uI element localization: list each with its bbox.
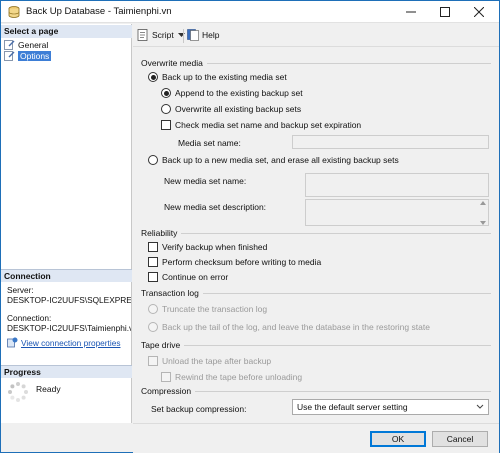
server-value: DESKTOP-IC2UUFS\SQLEXPRE	[7, 295, 131, 305]
help-icon	[187, 29, 199, 41]
transaction-log-group: Transaction log	[141, 288, 491, 298]
server-label: Server:	[7, 285, 34, 295]
new-media-set-radio[interactable]: Back up to a new media set, and erase al…	[148, 155, 399, 165]
progress-header: Progress	[1, 365, 132, 378]
maximize-button[interactable]	[429, 1, 461, 23]
new-media-set-description-label: New media set description:	[164, 202, 267, 212]
new-media-set-name-label: New media set name:	[164, 176, 247, 186]
select-page-header: Select a page	[1, 25, 132, 38]
script-button[interactable]: Script	[137, 29, 185, 41]
rewind-tape-checkbox[interactable]: Rewind the tape before unloading	[161, 372, 302, 382]
view-connection-properties[interactable]: View connection properties	[7, 337, 120, 348]
progress-status: Ready	[36, 384, 61, 394]
backup-tail-radio[interactable]: Back up the tail of the log, and leave t…	[148, 322, 430, 332]
chevron-down-icon	[476, 404, 484, 409]
overwrite-media-group: Overwrite media	[141, 58, 491, 68]
check-media-set-label: Check media set name and backup set expi…	[175, 120, 362, 130]
media-set-name-label: Media set name:	[178, 138, 241, 148]
overwrite-backup-sets-label: Overwrite all existing backup sets	[175, 104, 302, 114]
script-icon	[137, 29, 148, 41]
checkbox-disabled	[148, 356, 158, 366]
reliability-header: Reliability	[141, 228, 178, 238]
maximize-icon	[440, 7, 450, 17]
unload-tape-checkbox[interactable]: Unload the tape after backup	[148, 356, 271, 366]
radio-disabled	[148, 322, 158, 332]
compression-group: Compression	[141, 386, 491, 396]
connection-label: Connection:	[7, 313, 52, 323]
minimize-icon	[406, 11, 416, 13]
page-wrench-icon	[4, 50, 15, 61]
radio-disabled	[148, 304, 158, 314]
connection-properties-icon	[7, 337, 18, 348]
database-backup-app-icon	[8, 6, 20, 18]
connection-value: DESKTOP-IC2UUFS\Taimienphi.v	[7, 323, 131, 333]
unload-tape-label: Unload the tape after backup	[162, 356, 272, 366]
tape-drive-group: Tape drive	[141, 340, 491, 350]
page-item-options[interactable]: Options	[4, 50, 52, 61]
script-label: Script	[152, 30, 174, 40]
truncate-log-label: Truncate the transaction log	[162, 304, 268, 314]
tape-drive-header: Tape drive	[141, 340, 181, 350]
close-button[interactable]	[463, 1, 495, 23]
truncate-log-radio[interactable]: Truncate the transaction log	[148, 304, 267, 314]
compression-header: Compression	[141, 386, 192, 396]
media-set-name-input[interactable]	[292, 135, 489, 149]
window-title: Back Up Database - Taimienphi.vn	[26, 6, 172, 17]
checkbox-unchecked	[148, 272, 158, 282]
help-label: Help	[202, 30, 220, 40]
left-pane: Select a page General Options Connection…	[1, 24, 132, 423]
toolbar: Script Help	[133, 25, 499, 47]
page-item-general[interactable]: General	[4, 39, 48, 50]
overwrite-backup-sets-radio[interactable]: Overwrite all existing backup sets	[161, 104, 301, 114]
backup-compression-select[interactable]: Use the default server setting	[292, 399, 489, 415]
perform-checksum-checkbox[interactable]: Perform checksum before writing to media	[148, 257, 321, 267]
append-backup-set-radio[interactable]: Append to the existing backup set	[161, 88, 303, 98]
append-backup-set-label: Append to the existing backup set	[175, 88, 303, 98]
connection-header: Connection	[1, 269, 132, 282]
rewind-tape-label: Rewind the tape before unloading	[175, 372, 303, 382]
backup-tail-label: Back up the tail of the log, and leave t…	[162, 322, 430, 332]
radio-unselected	[161, 104, 171, 114]
overwrite-media-header: Overwrite media	[141, 58, 203, 68]
continue-on-error-checkbox[interactable]: Continue on error	[148, 272, 228, 282]
perform-checksum-label: Perform checksum before writing to media	[162, 257, 322, 267]
description-scrollbar[interactable]	[479, 201, 487, 225]
new-media-set-name-input[interactable]	[305, 173, 489, 197]
radio-selected	[161, 88, 171, 98]
check-media-set-checkbox[interactable]: Check media set name and backup set expi…	[161, 120, 361, 130]
page-item-label: General	[18, 39, 49, 50]
close-icon	[474, 7, 484, 17]
cancel-button[interactable]: Cancel	[432, 431, 488, 447]
transaction-log-header: Transaction log	[141, 288, 199, 298]
reliability-group: Reliability	[141, 228, 491, 238]
ok-button[interactable]: OK	[370, 431, 426, 447]
radio-selected	[148, 72, 158, 82]
toolbar-separator	[183, 29, 184, 43]
scroll-up-icon	[480, 201, 486, 205]
scroll-down-icon	[480, 221, 486, 225]
checkbox-unchecked	[148, 257, 158, 267]
checkbox-disabled	[161, 372, 171, 382]
page-item-label: Options	[18, 50, 52, 61]
verify-backup-checkbox[interactable]: Verify backup when finished	[148, 242, 267, 252]
progress-spinner-icon	[8, 382, 28, 402]
backup-compression-value: Use the default server setting	[297, 402, 408, 412]
new-media-set-description-input[interactable]	[305, 199, 489, 226]
verify-backup-label: Verify backup when finished	[162, 242, 268, 252]
minimize-button[interactable]	[395, 1, 427, 23]
title-bar: Back Up Database - Taimienphi.vn	[1, 1, 499, 23]
backup-compression-label: Set backup compression:	[151, 404, 247, 414]
continue-on-error-label: Continue on error	[162, 272, 229, 282]
page-wrench-icon	[4, 39, 15, 50]
view-connection-link[interactable]: View connection properties	[21, 338, 120, 348]
backup-database-window: Back Up Database - Taimienphi.vn Select …	[0, 0, 500, 453]
checkbox-unchecked	[161, 120, 171, 130]
new-media-set-label: Back up to a new media set, and erase al…	[162, 155, 399, 165]
help-button[interactable]: Help	[187, 29, 219, 41]
checkbox-unchecked	[148, 242, 158, 252]
existing-media-set-radio[interactable]: Back up to the existing media set	[148, 72, 287, 82]
radio-unselected	[148, 155, 158, 165]
existing-media-set-label: Back up to the existing media set	[162, 72, 287, 82]
